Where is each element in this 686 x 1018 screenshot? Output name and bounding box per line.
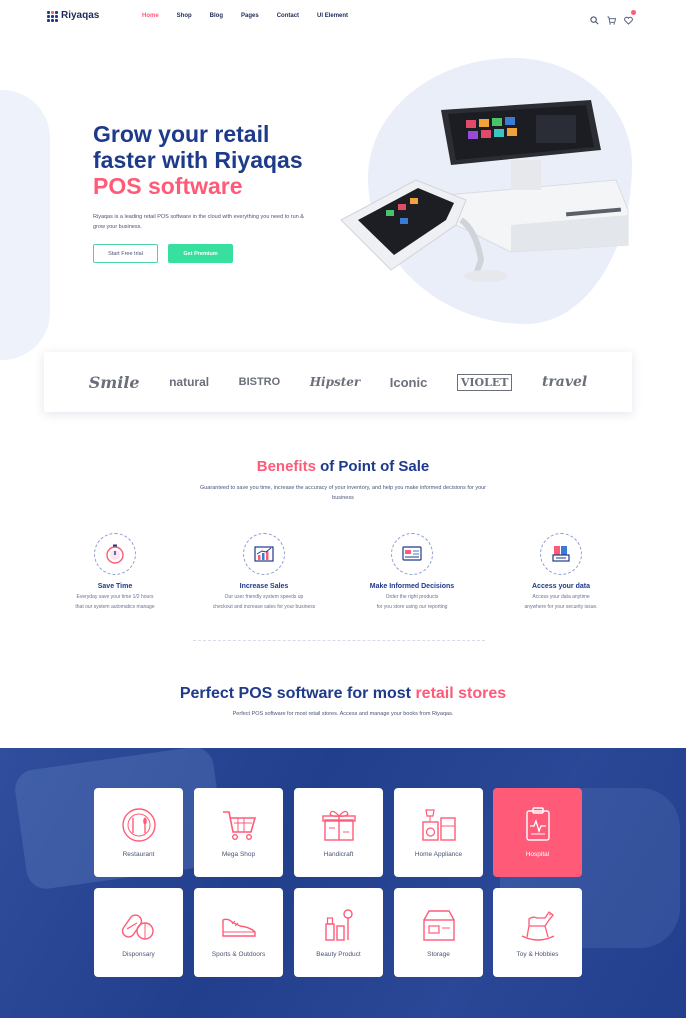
pos-title: Perfect POS software for most retail sto… bbox=[0, 685, 686, 703]
clipboard-icon bbox=[526, 807, 550, 841]
hero-title-line3: POS software bbox=[93, 173, 243, 199]
category-card-sports-outdoors[interactable]: Sports & Outdoors bbox=[194, 888, 283, 977]
menu-item-blog[interactable]: Blog bbox=[210, 13, 223, 19]
data-icon bbox=[540, 533, 582, 575]
category-label: Storage bbox=[427, 951, 450, 958]
category-card-beauty-product[interactable]: Beauty Product bbox=[294, 888, 383, 977]
feature-description: Our user friendly system speeds up check… bbox=[212, 594, 316, 610]
rocking-horse-icon bbox=[521, 911, 555, 941]
stopwatch-icon bbox=[94, 533, 136, 575]
box-icon bbox=[423, 910, 455, 941]
menu-item-shop[interactable]: Shop bbox=[177, 13, 192, 19]
logo-text: Riyaqas bbox=[61, 10, 100, 21]
pos-title-main: Perfect POS software for most bbox=[179, 685, 416, 702]
report-icon bbox=[391, 533, 433, 575]
pos-title-highlight: retail stores bbox=[415, 685, 507, 702]
categories-section: Restaurant Mega Shop Handicraft Home App… bbox=[0, 748, 686, 1018]
category-card-handicraft[interactable]: Handicraft bbox=[294, 788, 383, 877]
category-label: Sports & Outdoors bbox=[211, 951, 266, 958]
top-nav: Riyaqas Home Shop Blog Pages Contact UI … bbox=[0, 0, 686, 36]
brand-logos-strip: Smile natural BISTRO Hipster Iconic VIOL… bbox=[44, 352, 632, 412]
category-label: Disponsary bbox=[122, 951, 155, 958]
menu-item-home[interactable]: Home bbox=[142, 13, 159, 19]
brand-logo-hipster: Hipster bbox=[309, 375, 361, 389]
feature-save-time: Save Time Everyday save your time 1/2 ho… bbox=[40, 533, 190, 612]
section-divider bbox=[193, 640, 485, 641]
hero-description: Riyaqas is a leading retail POS software… bbox=[93, 214, 304, 230]
pos-subtitle: Perfect POS software for most retail sto… bbox=[232, 711, 454, 717]
category-card-storage[interactable]: Storage bbox=[394, 888, 483, 977]
category-label: Home Appliance bbox=[414, 851, 463, 858]
feature-increase-sales: Increase Sales Our user friendly system … bbox=[189, 533, 339, 612]
category-label: Hospital bbox=[525, 851, 550, 858]
plate-icon bbox=[122, 808, 156, 842]
feature-description: Everyday save your time 1/2 hours that o… bbox=[75, 594, 155, 610]
category-label: Handicraft bbox=[323, 851, 354, 858]
heart-icon[interactable] bbox=[624, 10, 636, 25]
benefits-title-rest: of Point of Sale bbox=[315, 458, 430, 475]
category-label: Mega Shop bbox=[221, 851, 256, 858]
logo[interactable]: Riyaqas bbox=[47, 10, 100, 22]
category-label: Restaurant bbox=[122, 851, 155, 858]
start-free-trial-button[interactable]: Start Free trial bbox=[93, 244, 158, 263]
cart-icon bbox=[223, 811, 257, 841]
feature-title: Make Informed Decisions bbox=[369, 583, 455, 590]
category-label: Beauty Product bbox=[316, 951, 361, 958]
nav-icons bbox=[590, 10, 636, 25]
chart-icon bbox=[243, 533, 285, 575]
logo-mark-icon bbox=[47, 10, 58, 22]
get-premium-button[interactable]: Get Premium bbox=[168, 244, 233, 263]
brand-logo-travel: travel bbox=[541, 374, 588, 390]
brand-logo-smile: Smile bbox=[88, 372, 140, 392]
menu-item-contact[interactable]: Contact bbox=[277, 13, 299, 19]
pills-icon bbox=[121, 914, 154, 940]
hero-title: Grow your retail faster with Riyaqas POS… bbox=[93, 121, 363, 199]
hero-title-line1: Grow your retail bbox=[93, 121, 270, 147]
search-icon[interactable] bbox=[590, 12, 599, 25]
brand-logo-bistro: BISTRO bbox=[238, 376, 281, 388]
cart-icon[interactable] bbox=[607, 12, 617, 25]
feature-description: Order the right products for you store u… bbox=[376, 594, 448, 610]
category-card-disponsary[interactable]: Disponsary bbox=[94, 888, 183, 977]
feature-make-informed-decisions: Make Informed Decisions Order the right … bbox=[337, 533, 487, 612]
category-card-toy-hobbies[interactable]: Toy & Hobbies bbox=[493, 888, 582, 977]
benefits-title-highlight: Benefits bbox=[256, 458, 316, 475]
decorative-blob-left bbox=[0, 90, 50, 360]
gift-icon bbox=[322, 810, 356, 841]
pos-device-illustration bbox=[340, 100, 629, 282]
menu-item-ui-element[interactable]: UI Element bbox=[317, 13, 348, 19]
category-card-restaurant[interactable]: Restaurant bbox=[94, 788, 183, 877]
category-card-hospital[interactable]: Hospital bbox=[493, 788, 582, 877]
feature-title: Access your data bbox=[532, 583, 590, 590]
feature-description: Access your data anytime anywhere for yo… bbox=[524, 594, 598, 610]
hero-title-line2: faster with Riyaqas bbox=[93, 147, 303, 173]
notification-badge bbox=[631, 10, 636, 15]
cosmetics-icon bbox=[325, 909, 353, 941]
main-menu: Home Shop Blog Pages Contact UI Element bbox=[142, 13, 366, 19]
shoe-icon bbox=[222, 918, 256, 937]
category-card-mega-shop[interactable]: Mega Shop bbox=[194, 788, 283, 877]
brand-logo-natural: natural bbox=[169, 375, 210, 389]
feature-title: Save Time bbox=[97, 583, 133, 590]
appliance-icon bbox=[422, 809, 456, 841]
menu-item-pages[interactable]: Pages bbox=[241, 13, 259, 19]
benefits-title: Benefits of Point of Sale bbox=[0, 458, 686, 475]
brand-logo-violet: VIOLET bbox=[456, 373, 513, 391]
category-card-home-appliance[interactable]: Home Appliance bbox=[394, 788, 483, 877]
benefits-subtitle: Guaranteed to save you time, increase th… bbox=[199, 485, 487, 501]
feature-title: Increase Sales bbox=[239, 583, 289, 590]
brand-logo-iconic: Iconic bbox=[389, 374, 428, 390]
category-label: Toy & Hobbies bbox=[516, 951, 559, 958]
feature-access-your-data: Access your data Access your data anytim… bbox=[486, 533, 636, 612]
